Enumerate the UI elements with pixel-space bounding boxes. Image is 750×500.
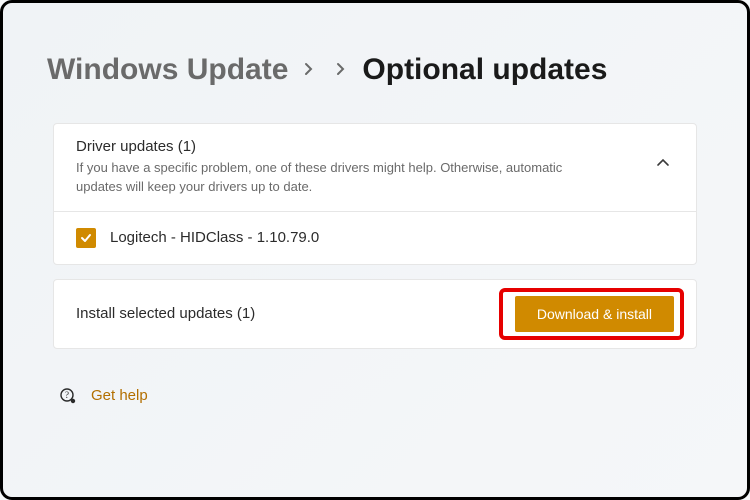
- driver-updates-header[interactable]: Driver updates (1) If you have a specifi…: [54, 124, 696, 212]
- chevron-up-icon[interactable]: [656, 156, 670, 170]
- download-install-button[interactable]: Download & install: [515, 296, 674, 332]
- checkbox-checked-icon[interactable]: [76, 228, 96, 248]
- svg-text:?: ?: [65, 390, 69, 400]
- breadcrumb-root[interactable]: Windows Update: [47, 53, 288, 87]
- get-help-link[interactable]: ? Get help: [59, 387, 703, 405]
- breadcrumb-current: Optional updates: [362, 53, 607, 87]
- driver-updates-panel: Driver updates (1) If you have a specifi…: [53, 123, 697, 265]
- chevron-right-icon: [336, 60, 346, 81]
- update-item[interactable]: Logitech - HIDClass - 1.10.79.0: [54, 212, 696, 264]
- section-title: Driver updates (1): [76, 138, 596, 155]
- help-icon: ?: [59, 387, 77, 405]
- update-item-label: Logitech - HIDClass - 1.10.79.0: [110, 229, 319, 246]
- get-help-label: Get help: [91, 387, 148, 404]
- install-summary: Install selected updates (1): [76, 305, 255, 322]
- install-panel: Install selected updates (1) Download & …: [53, 279, 697, 349]
- chevron-right-icon: [304, 60, 314, 81]
- breadcrumb: Windows Update Optional updates: [47, 53, 703, 87]
- section-description: If you have a specific problem, one of t…: [76, 159, 596, 197]
